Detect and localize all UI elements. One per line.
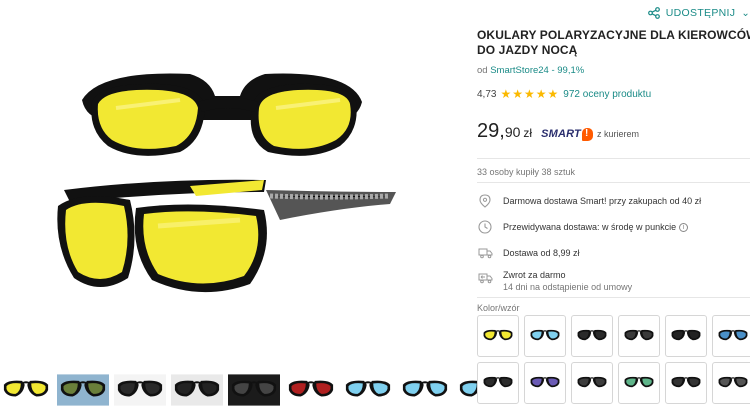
variant-swatch[interactable] <box>477 362 519 404</box>
divider <box>477 158 750 159</box>
smart-logo: SMART <box>541 127 593 141</box>
gallery-thumbnail[interactable] <box>342 368 394 412</box>
variant-swatch[interactable] <box>571 362 613 404</box>
variant-swatch[interactable] <box>712 315 750 357</box>
star-icon: ★ <box>524 87 535 101</box>
gallery-thumbnail[interactable] <box>171 368 223 412</box>
share-icon <box>647 7 660 19</box>
price-currency: zł <box>523 126 533 140</box>
delivery-cost-item: Dostawa od 8,99 zł <box>477 240 750 266</box>
glasses-front-illustration <box>82 73 362 156</box>
courier-label: z kurierem <box>596 129 639 139</box>
smart-badge-icon <box>581 127 593 141</box>
divider <box>477 297 750 298</box>
rating-value: 4,73 <box>477 88 497 100</box>
chevron-down-icon: ⌄ <box>741 7 750 19</box>
product-title: OKULARY POLARYZACYJNE DLA KIEROWCÓW DO J… <box>477 28 750 57</box>
thumbnail-strip <box>0 368 508 412</box>
variant-swatch[interactable] <box>618 315 660 357</box>
variant-swatch[interactable] <box>665 315 707 357</box>
variant-label: Kolor/wzór <box>477 303 520 313</box>
delivery-info: Darmowa dostawa Smart! przy zakupach od … <box>477 188 750 300</box>
gallery-thumbnail[interactable] <box>399 368 451 412</box>
delivery-cost-text: Dostawa od 8,99 zł <box>503 248 580 258</box>
gallery-thumbnail[interactable] <box>228 368 280 412</box>
share-button[interactable]: UDOSTĘPNIJ ⌄ <box>647 7 750 19</box>
product-panel: UDOSTĘPNIJ ⌄ OKULARY POLARYZACYJNE DLA K… <box>477 0 750 413</box>
variant-swatches <box>477 315 750 404</box>
star-icon: ★ <box>512 87 523 101</box>
gallery-thumbnail[interactable] <box>114 368 166 412</box>
glasses-side-illustration <box>57 179 396 293</box>
clock-icon <box>477 219 493 235</box>
gallery-thumbnail[interactable] <box>57 368 109 412</box>
variant-swatch[interactable] <box>524 315 566 357</box>
delivery-free-text: Darmowa dostawa Smart! przy zakupach od … <box>503 196 702 206</box>
star-icon: ★ <box>535 87 547 101</box>
seller-link[interactable]: SmartStore24 - 99,1% <box>490 65 584 76</box>
rating-row: 4,73 ★ ★ ★ ★ ★ 972 oceny produktu <box>477 88 651 100</box>
returns-item: Zwrot za darmo 14 dni na odstąpienie od … <box>477 266 750 300</box>
gallery-thumbnail[interactable] <box>0 368 52 412</box>
variant-swatch[interactable] <box>477 315 519 357</box>
rating-stars: ★ ★ ★ ★ ★ <box>500 88 558 100</box>
delivery-expected-item: Przewidywana dostawa: w środę w punkcie … <box>477 214 750 240</box>
share-label: UDOSTĘPNIJ <box>665 7 736 19</box>
delivery-free-item: Darmowa dostawa Smart! przy zakupach od … <box>477 188 750 214</box>
variant-swatch[interactable] <box>618 362 660 404</box>
rating-count-link[interactable]: 972 oceny produktu <box>563 89 651 100</box>
price-integer: 29, <box>477 120 505 142</box>
variant-swatch[interactable] <box>524 362 566 404</box>
delivery-expected-text: Przewidywana dostawa: w środę w punkcie <box>503 222 677 232</box>
star-icon: ★ <box>500 87 512 101</box>
product-gallery <box>0 0 508 413</box>
variant-swatch[interactable] <box>712 362 750 404</box>
returns-text: Zwrot za darmo <box>503 270 566 280</box>
divider <box>477 182 750 183</box>
location-pin-icon <box>477 193 493 209</box>
gallery-thumbnail[interactable] <box>285 368 337 412</box>
return-truck-icon <box>477 270 493 286</box>
variant-swatch[interactable] <box>571 315 613 357</box>
seller-prefix: od <box>477 65 488 76</box>
star-icon: ★ <box>547 87 559 101</box>
variant-swatch[interactable] <box>665 362 707 404</box>
seller-line: od SmartStore24 - 99,1% <box>477 65 584 76</box>
bought-count: 33 osoby kupiły 38 sztuk <box>477 167 576 177</box>
price-decimal: 90 <box>504 124 521 140</box>
truck-icon <box>477 245 493 261</box>
returns-subtext: 14 dni na odstąpienie od umowy <box>503 282 633 292</box>
price-row: 29, 90 zł SMART z kurierem <box>477 120 639 143</box>
smart-label: SMART <box>541 128 581 140</box>
main-product-image[interactable] <box>40 40 420 320</box>
info-icon[interactable]: i <box>679 222 689 232</box>
